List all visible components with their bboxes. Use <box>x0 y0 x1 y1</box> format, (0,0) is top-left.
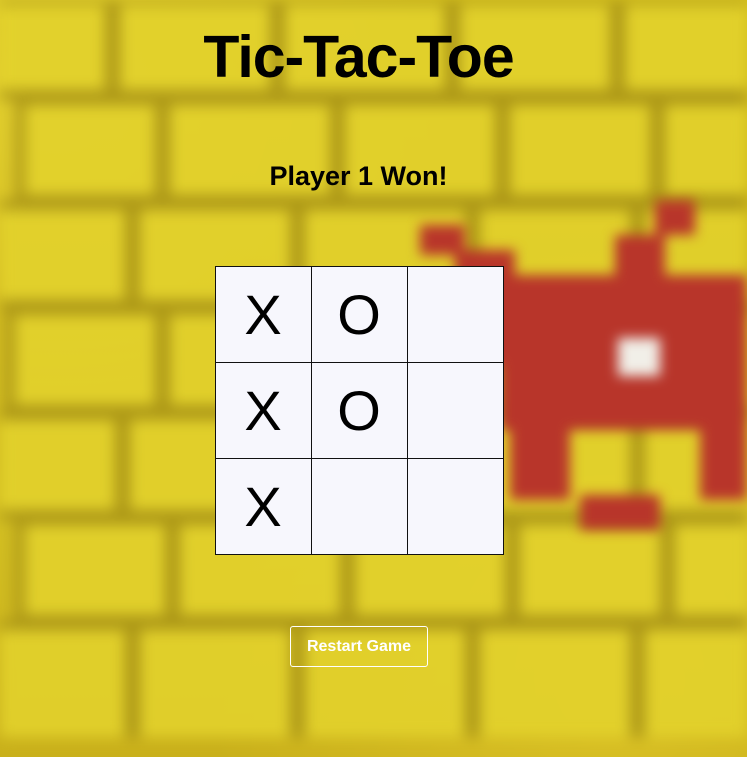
game-board: X O X O X <box>214 265 504 555</box>
board-cell-1[interactable]: X <box>214 265 312 363</box>
board-cell-4[interactable]: X <box>214 361 312 459</box>
board-cell-2[interactable]: O <box>310 265 408 363</box>
game-status: Player 1 Won! <box>269 161 448 191</box>
board-cell-9[interactable] <box>406 457 504 555</box>
board-cell-8[interactable] <box>310 457 408 555</box>
board-cell-6[interactable] <box>406 361 504 459</box>
board-cell-3[interactable] <box>406 265 504 363</box>
page-title: Tic-Tac-Toe <box>203 24 514 90</box>
restart-game-button[interactable]: Restart Game <box>290 626 428 667</box>
game-container: Tic-Tac-Toe Player 1 Won! X O X O X Rest… <box>0 0 747 737</box>
board-cell-7[interactable]: X <box>214 457 312 555</box>
board-cell-5[interactable]: O <box>310 361 408 459</box>
